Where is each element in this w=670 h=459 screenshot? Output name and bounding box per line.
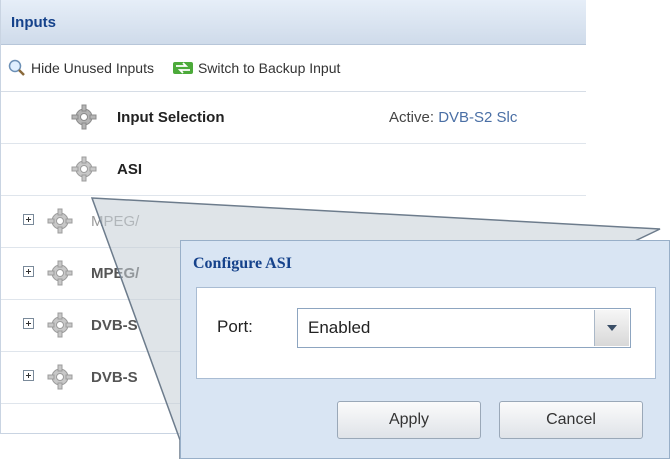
gear-icon (71, 104, 97, 130)
switch-icon (172, 62, 193, 74)
hide-unused-inputs-button[interactable]: Hide Unused Inputs (7, 59, 154, 77)
dialog-title: Configure ASI (193, 255, 292, 272)
row-label: MPEG/ (91, 213, 140, 230)
hide-unused-label: Hide Unused Inputs (31, 60, 154, 76)
expand-icon[interactable] (23, 214, 34, 225)
row-input-selection[interactable]: Input Selection Active: DVB-S2 Slc (1, 92, 586, 144)
toolbar: Hide Unused Inputs Switch to Backup Inpu… (1, 45, 586, 92)
apply-button[interactable]: Apply (337, 401, 481, 439)
search-icon (8, 59, 25, 76)
port-label: Port: (217, 317, 253, 336)
row-label: MPEG/ (91, 265, 140, 282)
gear-icon (47, 312, 73, 338)
switch-backup-label: Switch to Backup Input (197, 60, 341, 76)
port-select-value: Enabled (308, 318, 371, 337)
panel-title: Inputs (1, 0, 586, 45)
gear-icon (71, 156, 97, 182)
row-label: DVB-S (91, 369, 138, 386)
expand-icon[interactable] (23, 370, 34, 381)
port-select[interactable]: Enabled (297, 308, 631, 348)
expand-icon[interactable] (23, 318, 34, 329)
status-value: DVB-S2 Slc (438, 109, 518, 126)
row-status: Active: DVB-S2 Slc (389, 109, 517, 126)
chevron-down-icon[interactable] (594, 310, 629, 346)
expand-icon[interactable] (23, 266, 34, 277)
row-label: ASI (117, 161, 143, 178)
cancel-button[interactable]: Cancel (499, 401, 643, 439)
dialog-body: Port: Enabled (196, 287, 656, 379)
row-label: Input Selection (117, 109, 225, 126)
row-label: DVB-S (91, 317, 138, 334)
switch-to-backup-button[interactable]: Switch to Backup Input (172, 59, 340, 77)
gear-icon (47, 260, 73, 286)
status-prefix: Active: (389, 109, 439, 126)
row-asi[interactable]: ASI (1, 144, 586, 196)
gear-icon (47, 208, 73, 234)
configure-asi-dialog: Configure ASI Port: Enabled Apply Cancel (180, 240, 670, 459)
gear-icon (47, 364, 73, 390)
